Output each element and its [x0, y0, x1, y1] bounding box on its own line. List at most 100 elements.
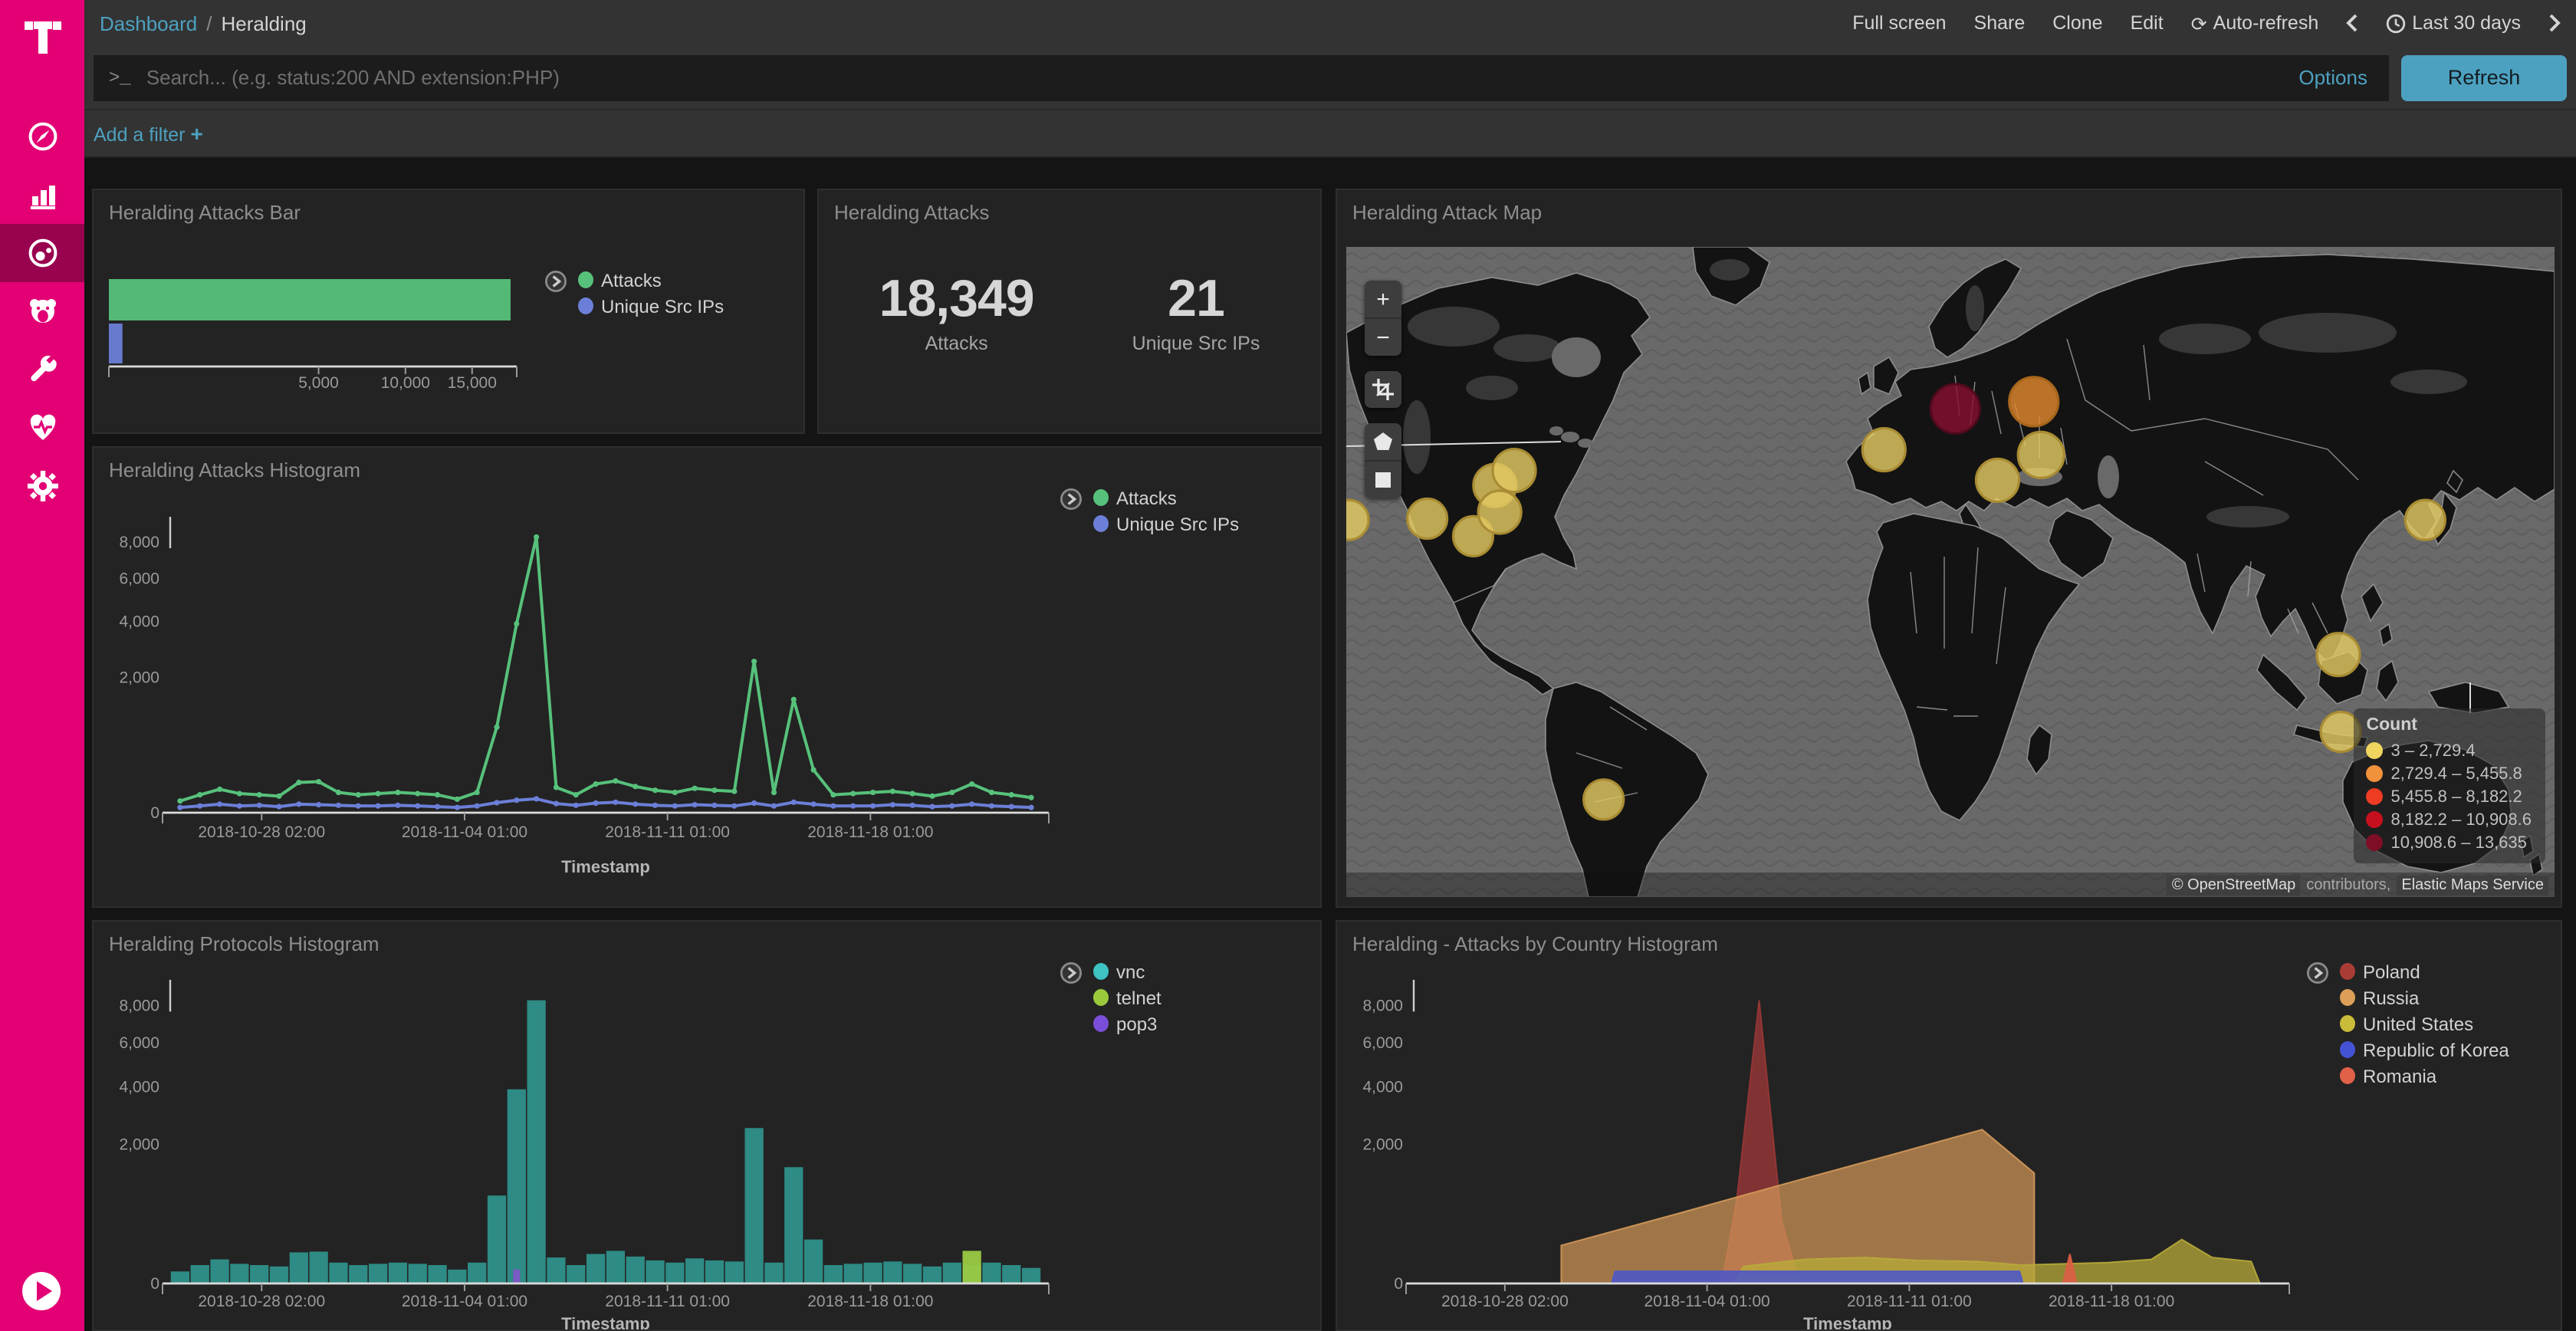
auto-refresh-button[interactable]: ⟳ Auto-refresh [2191, 12, 2319, 35]
options-link[interactable]: Options [2298, 66, 2374, 89]
query-prompt-icon: >_ [109, 67, 131, 88]
legend-item[interactable]: Romania [2340, 1066, 2509, 1086]
sidebar-item-monitoring[interactable] [0, 399, 84, 457]
attack-dot[interactable] [1930, 384, 1980, 433]
chart-legend: Poland Russia United States Republic of Kor… [2306, 961, 2509, 1086]
map-legend-label: 5,455.8 – 8,182.2 [2391, 787, 2522, 806]
draw-polygon-button[interactable] [1365, 423, 1401, 462]
plus-icon: + [191, 121, 203, 146]
svg-text:2018-10-28 02:00: 2018-10-28 02:00 [198, 823, 325, 841]
sidebar-item-management[interactable] [0, 457, 84, 515]
metric-group: 18,349 Attacks 21 Unique Src IPs [819, 270, 1320, 354]
time-back-button[interactable] [2346, 14, 2358, 32]
legend-item[interactable]: Poland [2340, 961, 2509, 981]
svg-text:Timestamp: Timestamp [1803, 1314, 1892, 1329]
zoom-in-button[interactable]: + [1365, 281, 1401, 319]
legend-label: Attacks [601, 269, 662, 291]
attack-dot[interactable] [1408, 498, 1447, 538]
breadcrumb-current: Heralding [221, 12, 306, 35]
svg-text:0: 0 [1394, 1275, 1403, 1293]
legend-item[interactable]: vnc [1093, 961, 1162, 981]
metric-value: 18,349 [879, 270, 1034, 330]
sidebar-expand-button[interactable] [20, 1270, 63, 1313]
attack-dot[interactable] [2009, 377, 2058, 426]
svg-text:6,000: 6,000 [1362, 1034, 1403, 1052]
attack-dot[interactable] [2018, 432, 2064, 478]
legend-item[interactable]: Republic of Korea [2340, 1040, 2509, 1060]
draw-rectangle-button[interactable] [1365, 462, 1401, 498]
svg-text:4,000: 4,000 [1362, 1079, 1403, 1096]
attack-dot[interactable] [1478, 491, 1521, 534]
legend-swatch [1093, 963, 1109, 980]
attacks-bar-chart[interactable]: 5,00010,00015,000 [94, 215, 791, 434]
attack-dot[interactable] [2317, 633, 2360, 676]
refresh-button[interactable]: Refresh [2401, 54, 2567, 100]
map-legend-label: 3 – 2,729.4 [2391, 741, 2476, 760]
attack-dot[interactable] [1976, 458, 2019, 501]
legend-item[interactable]: Unique Src IPs [578, 296, 724, 316]
sidebar-item-dashboard[interactable] [0, 224, 84, 282]
legend-item[interactable]: Attacks [578, 270, 724, 290]
attack-dot[interactable] [2405, 500, 2445, 540]
chart-legend: vnc telnet pop3 [1060, 961, 1162, 1034]
map-legend-swatch [2367, 788, 2384, 805]
legend-toggle-chevron-icon[interactable] [1060, 488, 1083, 511]
attribution-text: contributors, [2306, 876, 2390, 893]
legend-item[interactable]: Unique Src IPs [1093, 514, 1239, 534]
svg-text:2,000: 2,000 [119, 669, 159, 686]
add-filter-link[interactable]: Add a filter + [94, 121, 203, 146]
legend-swatch [1093, 489, 1109, 506]
refresh-cycle-icon: ⟳ [2191, 12, 2207, 35]
clone-button[interactable]: Clone [2052, 12, 2102, 34]
legend-label: Poland [2363, 961, 2420, 982]
legend-toggle-chevron-icon[interactable] [1060, 961, 1083, 984]
sidebar-item-discover[interactable] [0, 107, 84, 166]
map-legend-swatch [2367, 834, 2384, 851]
legend-toggle-chevron-icon[interactable] [544, 270, 567, 293]
gear-icon [25, 469, 59, 503]
breadcrumb-dashboard-link[interactable]: Dashboard [100, 12, 197, 35]
world-map[interactable]: + − [1346, 247, 2555, 897]
attack-dot[interactable] [1584, 780, 1624, 820]
legend-item[interactable]: Attacks [1093, 488, 1239, 508]
panel-attacks-bar: Heralding Attacks Bar 5,00010,00015,000 … [92, 189, 805, 434]
full-screen-button[interactable]: Full screen [1852, 12, 1946, 34]
app-root: Dashboard/Heralding Full screen Share Cl… [0, 0, 2576, 1331]
legend-item[interactable]: Russia [2340, 988, 2509, 1007]
map-legend-label: 8,182.2 – 10,908.6 [2391, 810, 2532, 829]
svg-text:8,000: 8,000 [119, 534, 159, 551]
share-button[interactable]: Share [1974, 12, 2026, 34]
telekom-logo-icon[interactable] [0, 0, 84, 71]
heart-pulse-icon [25, 411, 59, 445]
sidebar-item-timelion[interactable] [0, 282, 84, 340]
osm-attribution-link[interactable]: © OpenStreetMap [2167, 875, 2301, 895]
map-legend-item: 2,729.4 – 5,455.8 [2367, 762, 2532, 785]
legend-swatch [578, 297, 593, 314]
sidebar-item-visualize[interactable] [0, 166, 84, 224]
map-legend-item: 5,455.8 – 8,182.2 [2367, 785, 2532, 808]
search-input[interactable] [143, 64, 2287, 90]
rectangle-icon [1372, 469, 1394, 491]
legend-item[interactable]: telnet [1093, 988, 1162, 1007]
sidebar-item-devtools[interactable] [0, 340, 84, 399]
chart-legend: Attacks Unique Src IPs [1060, 488, 1239, 534]
time-forward-button[interactable] [2548, 14, 2561, 32]
legend-swatch [1093, 989, 1109, 1006]
legend-swatch [2340, 1067, 2355, 1084]
svg-text:2018-11-04 01:00: 2018-11-04 01:00 [402, 823, 527, 841]
search-box[interactable]: >_ Options [94, 54, 2389, 100]
elastic-maps-link[interactable]: Elastic Maps Service [2397, 875, 2548, 895]
filter-bar: Add a filter + [84, 110, 2576, 158]
legend-item[interactable]: pop3 [1093, 1014, 1162, 1034]
edit-button[interactable]: Edit [2131, 12, 2164, 34]
legend-toggle-chevron-icon[interactable] [2306, 961, 2329, 984]
map-legend-item: 10,908.6 – 13,635 [2367, 831, 2532, 854]
fit-bounds-button[interactable] [1365, 371, 1401, 408]
attack-dot[interactable] [1493, 449, 1536, 492]
zoom-out-button[interactable]: − [1365, 319, 1401, 356]
time-picker-button[interactable]: Last 30 days [2386, 12, 2521, 34]
attack-dot[interactable] [1862, 429, 1905, 472]
svg-text:0: 0 [150, 804, 159, 822]
svg-text:2018-11-18 01:00: 2018-11-18 01:00 [807, 823, 933, 841]
legend-item[interactable]: United States [2340, 1014, 2509, 1034]
